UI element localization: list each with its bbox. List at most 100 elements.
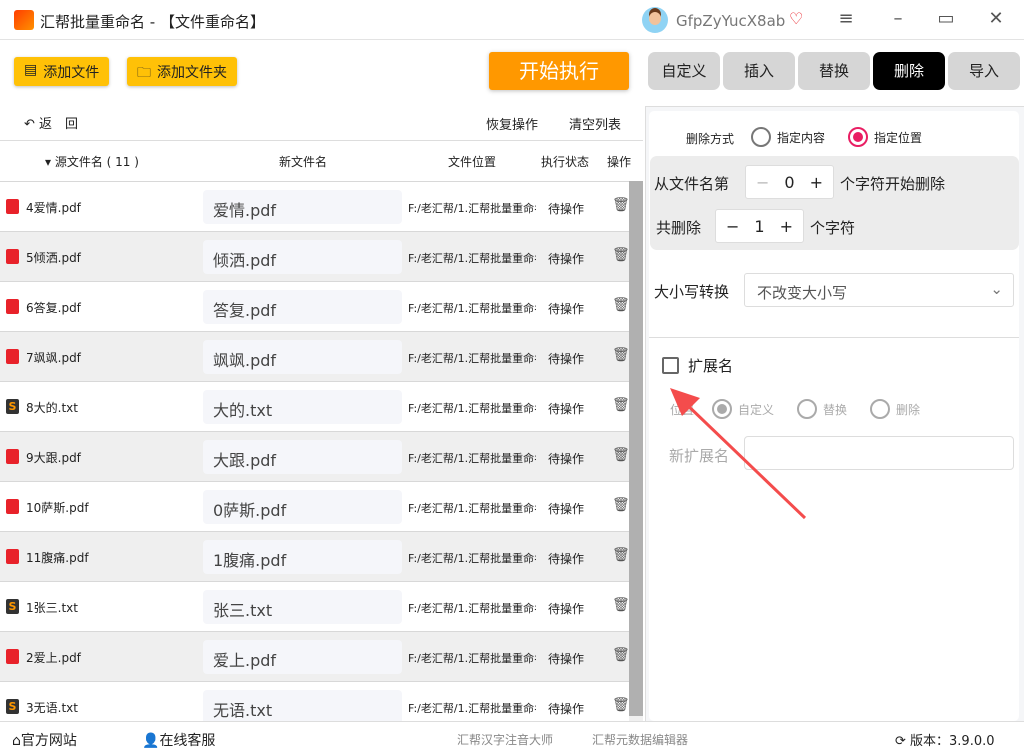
new-filename-input[interactable]: 爱情.pdf [203, 190, 402, 224]
app-logo [14, 10, 34, 30]
tab-insert[interactable]: 插入 [723, 52, 795, 90]
back-label: 返 回 [39, 117, 79, 132]
back-button[interactable]: ↶ 返 回 [24, 113, 78, 132]
clear-list-button[interactable]: 清空列表 [569, 114, 621, 133]
delete-mode-label: 删除方式 [686, 132, 735, 146]
tab-custom[interactable]: 自定义 [648, 52, 720, 90]
col-status: 执行状态 [541, 155, 590, 169]
col-action: 操作 [607, 155, 632, 169]
table-row[interactable]: S 1张三.txt 张三.txt F:/老汇帮/1.汇帮批量重命名 待操作 🗑 [0, 581, 629, 631]
status: 待操作 [548, 202, 585, 216]
table-row[interactable]: S 8大的.txt 大的.txt F:/老汇帮/1.汇帮批量重命名 待操作 🗑 [0, 381, 629, 431]
version[interactable]: ⟳ 版本：3.9.0.0 [895, 730, 995, 749]
extension-label: 扩展名 [688, 357, 734, 375]
minimize-button[interactable]: – [883, 8, 913, 29]
support-label: 在线客服 [159, 733, 216, 749]
table-row[interactable]: 11腹痛.pdf 1腹痛.pdf F:/老汇帮/1.汇帮批量重命名 待操作 🗑 [0, 531, 629, 581]
table-row[interactable]: 4爱情.pdf 爱情.pdf F:/老汇帮/1.汇帮批量重命名 待操作 🗑 [0, 181, 629, 231]
undo-icon: ↶ [24, 117, 40, 132]
maximize-button[interactable]: ▭ [931, 8, 961, 29]
table-row[interactable]: S 3无语.txt 无语.txt F:/老汇帮/1.汇帮批量重命名 待操作 🗑 [0, 681, 629, 721]
add-file-label: 添加文件 [43, 65, 100, 81]
new-filename-input[interactable]: 飒飒.pdf [203, 340, 402, 374]
trash-icon[interactable]: 🗑 [612, 597, 629, 613]
trash-icon[interactable]: 🗑 [612, 247, 629, 263]
new-filename-input[interactable]: 大跟.pdf [203, 440, 402, 474]
ext-radio-delete[interactable]: 删除 [870, 399, 920, 419]
txt-file-icon: S [6, 699, 19, 714]
table-row[interactable]: 9大跟.pdf 大跟.pdf F:/老汇帮/1.汇帮批量重命名 待操作 🗑 [0, 431, 629, 481]
trash-icon[interactable]: 🗑 [612, 197, 629, 213]
status: 待操作 [548, 502, 585, 516]
status: 待操作 [548, 652, 585, 666]
radio-specified-content[interactable]: 指定内容 [751, 127, 825, 147]
metadata-editor-link[interactable]: 汇帮元数据编辑器 [592, 731, 688, 748]
source-filename: 4爱情.pdf [26, 201, 81, 215]
col-source[interactable]: ▾ 源文件名 ( 11 ) [45, 153, 139, 170]
from-label: 从文件名第 [654, 175, 730, 193]
website-link[interactable]: ⌂官方网站 [12, 730, 77, 750]
source-filename: 11腹痛.pdf [26, 551, 89, 565]
tab-import[interactable]: 导入 [948, 52, 1020, 90]
new-filename-input[interactable]: 答复.pdf [203, 290, 402, 324]
new-filename-input[interactable]: 0萨斯.pdf [203, 490, 402, 524]
tab-delete[interactable]: 删除 [873, 52, 945, 90]
trash-icon[interactable]: 🗑 [612, 397, 629, 413]
extension-checkbox[interactable]: 扩展名 [662, 355, 733, 376]
vip-icon[interactable]: ♡ [789, 9, 803, 28]
minus-icon[interactable]: − [726, 217, 739, 236]
minus-icon[interactable]: − [756, 173, 769, 192]
support-link[interactable]: 👤在线客服 [142, 730, 215, 750]
plus-icon[interactable]: + [810, 173, 823, 192]
col-location: 文件位置 [448, 155, 497, 169]
trash-icon[interactable]: 🗑 [612, 547, 629, 563]
trash-icon[interactable]: 🗑 [612, 447, 629, 463]
avatar[interactable] [642, 7, 668, 33]
close-button[interactable]: ✕ [981, 8, 1011, 29]
radio-label: 删除 [896, 402, 921, 417]
trash-icon[interactable]: 🗑 [612, 497, 629, 513]
pinyin-master-link[interactable]: 汇帮汉字注音大师 [457, 731, 553, 748]
new-filename-input[interactable]: 1腹痛.pdf [203, 540, 402, 574]
add-file-button[interactable]: ▤ 添加文件 [14, 57, 110, 86]
file-location: F:/老汇帮/1.汇帮批量重命名 [408, 552, 536, 565]
trash-icon[interactable]: 🗑 [612, 347, 629, 363]
new-filename-input[interactable]: 无语.txt [203, 690, 402, 721]
add-folder-label: 添加文件夹 [157, 65, 227, 81]
start-button[interactable]: 开始执行 [489, 52, 629, 90]
new-filename-input[interactable]: 大的.txt [203, 390, 402, 424]
pdf-file-icon [6, 499, 19, 514]
stepper-value[interactable]: 0 [784, 173, 794, 192]
window-title: 汇帮批量重命名 - 【文件重命名】 [40, 13, 265, 31]
txt-file-icon: S [6, 399, 19, 414]
trash-icon[interactable]: 🗑 [612, 697, 629, 713]
menu-icon[interactable]: ≡ [831, 8, 861, 29]
col-source-label: 源文件名 ( 11 ) [54, 155, 139, 169]
table-row[interactable]: 7飒飒.pdf 飒飒.pdf F:/老汇帮/1.汇帮批量重命名 待操作 🗑 [0, 331, 629, 381]
case-select[interactable]: 不改变大小写 ⌄ [744, 273, 1014, 307]
delete-count-stepper[interactable]: −1 + [715, 209, 804, 243]
trash-icon[interactable]: 🗑 [612, 647, 629, 663]
restore-button[interactable]: 恢复操作 [486, 114, 538, 133]
status: 待操作 [548, 552, 585, 566]
radio-specified-position[interactable]: 指定位置 [848, 127, 922, 147]
file-location: F:/老汇帮/1.汇帮批量重命名 [408, 502, 536, 515]
scrollbar-thumb[interactable] [629, 181, 643, 716]
username[interactable]: GfpZyYucX8ab [676, 12, 785, 30]
add-folder-button[interactable]: 🗀 添加文件夹 [127, 57, 237, 86]
status: 待操作 [548, 252, 585, 266]
new-filename-input[interactable]: 张三.txt [203, 590, 402, 624]
tab-replace[interactable]: 替换 [798, 52, 870, 90]
new-filename-input[interactable]: 倾洒.pdf [203, 240, 402, 274]
table-row[interactable]: 6答复.pdf 答复.pdf F:/老汇帮/1.汇帮批量重命名 待操作 🗑 [0, 281, 629, 331]
start-position-stepper[interactable]: −0 + [745, 165, 834, 199]
trash-icon[interactable]: 🗑 [612, 297, 629, 313]
plus-icon[interactable]: + [780, 217, 793, 236]
chevron-down-icon: ⌄ [990, 280, 1003, 298]
table-row[interactable]: 5倾洒.pdf 倾洒.pdf F:/老汇帮/1.汇帮批量重命名 待操作 🗑 [0, 231, 629, 281]
table-row[interactable]: 10萨斯.pdf 0萨斯.pdf F:/老汇帮/1.汇帮批量重命名 待操作 🗑 [0, 481, 629, 531]
new-filename-input[interactable]: 爱上.pdf [203, 640, 402, 674]
stepper-value[interactable]: 1 [754, 217, 764, 236]
table-row[interactable]: 2爱上.pdf 爱上.pdf F:/老汇帮/1.汇帮批量重命名 待操作 🗑 [0, 631, 629, 681]
file-location: F:/老汇帮/1.汇帮批量重命名 [408, 252, 536, 265]
